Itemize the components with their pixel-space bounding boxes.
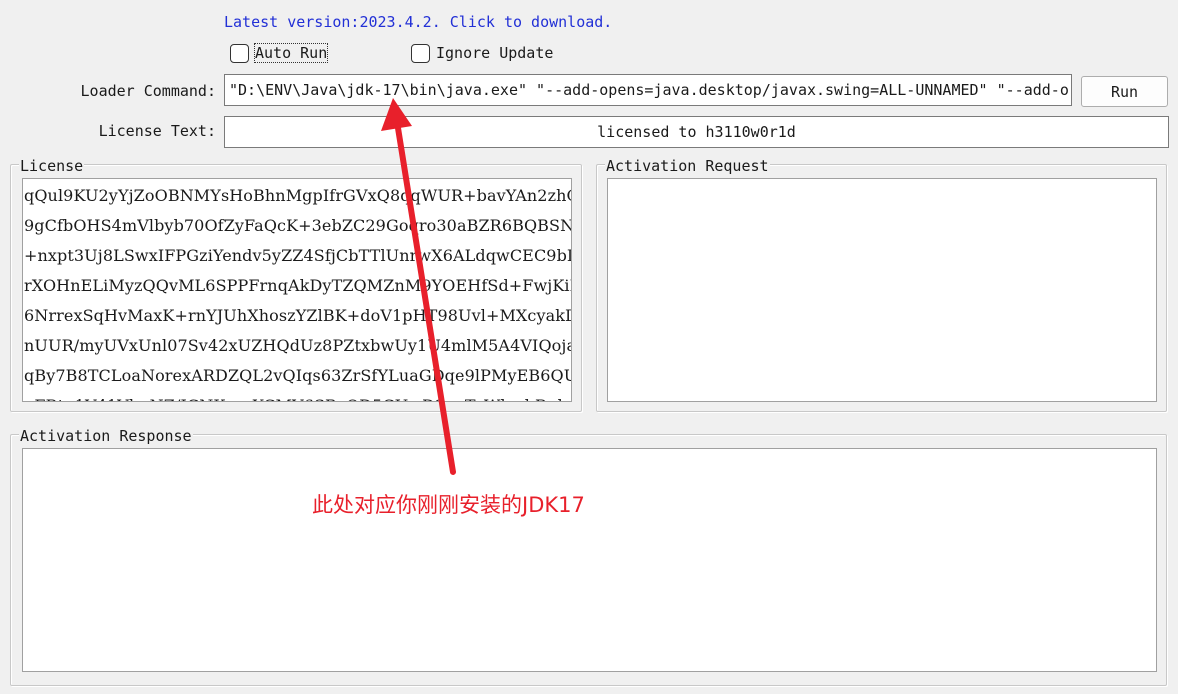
license-text-value: licensed to h3110w0r1d [597, 123, 796, 141]
activation-response-title: Activation Response [19, 427, 193, 445]
activation-request-textarea[interactable] [607, 178, 1157, 402]
license-textarea[interactable]: qQul9KU2yYjZoOBNMYsHoBhnMgpIfrGVxQ8qqWUR… [22, 178, 572, 402]
activation-response-textarea[interactable] [22, 448, 1157, 672]
loader-command-label: Loader Command: [80, 82, 216, 100]
license-group-title: License [19, 157, 85, 175]
license-line: +nxpt3Uj8LSwxIFPGziYendv5yZZ4SfjCbTTlUnr… [24, 246, 572, 265]
license-line: qQul9KU2yYjZoOBNMYsHoBhnMgpIfrGVxQ8qqWUR… [24, 186, 572, 205]
annotation-text: 此处对应你刚刚安装的JDK17 [312, 493, 585, 517]
license-line: qBy7B8TCLoaNorexARDZQL2vQIqs63ZrSfYLuaGD… [24, 366, 572, 385]
ignore-update-label: Ignore Update [436, 44, 554, 62]
license-text-input[interactable]: licensed to h3110w0r1d [224, 116, 1169, 148]
license-line: 9gCfbOHS4mVlbyb70OfZyFaQcK+3ebZC29Goqro3… [24, 216, 572, 235]
auto-run-option[interactable]: Auto Run [230, 42, 329, 64]
license-text-label: License Text: [98, 122, 216, 140]
loader-command-input[interactable]: "D:\ENV\Java\jdk-17\bin\java.exe" "--add… [224, 74, 1072, 106]
license-line: 6NrrexSqHvMaxK+rnYJUhXhoszYZlBK+doV1pHT9… [24, 306, 572, 325]
run-button[interactable]: Run [1081, 76, 1168, 107]
activation-request-title: Activation Request [605, 157, 770, 175]
ignore-update-option[interactable]: Ignore Update [411, 42, 553, 64]
license-line: nUUR/myUVxUnl07Sv42xUZHQdUz8PZtxbwUy1U4m… [24, 336, 572, 355]
ignore-update-checkbox[interactable] [411, 43, 430, 63]
license-line: uFRtu1V41VhuNZ/ICNKoruYCMV6SBxOD5CUwD2py… [24, 391, 571, 401]
auto-run-checkbox[interactable] [230, 43, 249, 63]
download-update-link[interactable]: Latest version:2023.4.2. Click to downlo… [224, 13, 612, 31]
auto-run-label: Auto Run [253, 43, 329, 63]
loader-command-value: "D:\ENV\Java\jdk-17\bin\java.exe" "--add… [229, 81, 1069, 99]
license-line: rXOHnELiMyzQQvML6SPPFrnqAkDyTZQMZnM9YOEH… [24, 276, 572, 295]
